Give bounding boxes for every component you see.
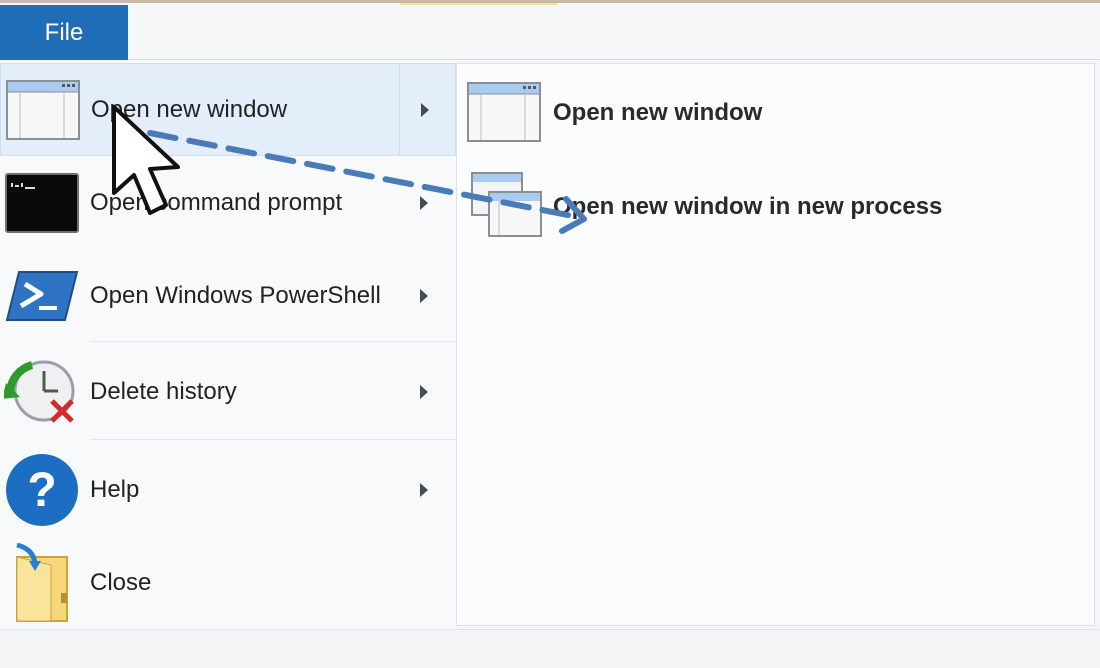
chevron-right-icon [421, 102, 429, 117]
menu-item-label: Open command prompt [90, 188, 343, 216]
submenu-split-divider [399, 64, 400, 155]
ribbon-accent [400, 3, 557, 5]
status-bar [0, 629, 1100, 668]
menu-item-label: Delete history [90, 377, 237, 405]
window-icon [467, 82, 541, 147]
menu-item-open-new-window[interactable]: Open new window [0, 63, 456, 156]
command-prompt-icon [4, 165, 80, 241]
close-folder-icon [4, 542, 80, 622]
menu-item-help[interactable]: ? Help [0, 443, 456, 536]
menu-item-close[interactable]: Close [0, 536, 456, 629]
chevron-right-icon [420, 288, 428, 303]
submenu-panel: Open new window Open new window in new p… [456, 63, 1095, 626]
help-icon: ? [4, 452, 80, 528]
menu-item-label: Open Windows PowerShell [90, 281, 381, 309]
powershell-icon [4, 258, 80, 334]
chevron-right-icon [420, 482, 428, 497]
menu-item-open-command-prompt[interactable]: Open command prompt [0, 156, 456, 249]
chevron-right-icon [420, 384, 428, 399]
submenu-item-open-new-window-new-process[interactable]: Open new window in new process [467, 172, 1067, 242]
menu-item-open-powershell[interactable]: Open Windows PowerShell [0, 249, 456, 342]
svg-text:?: ? [27, 464, 56, 517]
menu-divider [90, 439, 456, 440]
menu-item-label: Open new window [91, 95, 288, 123]
file-menu: Open new window Open command prompt Open… [0, 61, 456, 629]
menu-item-label: Close [90, 568, 152, 596]
delete-history-icon [4, 354, 80, 430]
submenu-item-open-new-window[interactable]: Open new window [467, 78, 1067, 148]
menu-item-delete-history[interactable]: Delete history [0, 345, 456, 438]
menu-divider [90, 341, 456, 342]
multiple-windows-icon [471, 172, 543, 243]
window-icon [5, 72, 81, 148]
submenu-item-label: Open new window [553, 99, 763, 126]
menu-item-label: Help [90, 475, 140, 503]
file-tab[interactable]: File [0, 5, 128, 60]
ribbon-bar: File [0, 3, 1100, 60]
file-explorer-file-menu: File Open new window Open command prompt… [0, 0, 1100, 668]
submenu-item-label: Open new window in new process [553, 193, 943, 220]
chevron-right-icon [420, 195, 428, 210]
